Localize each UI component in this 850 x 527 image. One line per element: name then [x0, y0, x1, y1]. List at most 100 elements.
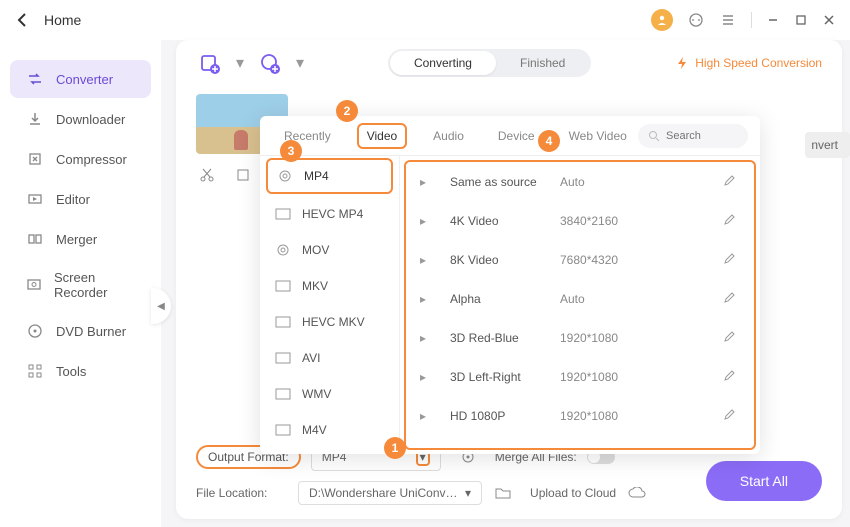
sidebar-item-label: Editor [56, 192, 90, 207]
preset-list: ▸Same as sourceAuto ▸4K Video3840*2160 ▸… [404, 160, 756, 450]
editor-icon [26, 190, 44, 208]
sidebar-item-label: Screen Recorder [54, 270, 135, 300]
format-item-wmv[interactable]: WMV [260, 376, 399, 412]
annotation-3: 3 [280, 140, 302, 162]
close-button[interactable] [822, 13, 836, 27]
preset-item[interactable]: ▸HD 1080P1920*1080 [406, 396, 754, 435]
sidebar-item-label: Tools [56, 364, 86, 379]
play-icon: ▸ [420, 331, 436, 345]
search-input[interactable] [666, 130, 736, 142]
titlebar: Home [0, 0, 850, 40]
support-icon[interactable] [687, 11, 705, 29]
merger-icon [26, 230, 44, 248]
search-icon [648, 130, 660, 142]
annotation-2: 2 [336, 100, 358, 122]
menu-icon[interactable] [719, 11, 737, 29]
format-item-mkv[interactable]: MKV [260, 268, 399, 304]
edit-preset-icon[interactable] [724, 447, 740, 450]
tab-device[interactable]: Device [490, 125, 543, 147]
edit-preset-icon[interactable] [724, 252, 740, 267]
target-icon [276, 169, 294, 183]
chevron-down-icon: ▾ [465, 486, 471, 500]
sidebar-item-label: DVD Burner [56, 324, 126, 339]
sidebar-item-tools[interactable]: Tools [10, 352, 151, 390]
preset-item[interactable]: ▸HD 720P1280*720 [406, 435, 754, 450]
sidebar-item-converter[interactable]: Converter [10, 60, 151, 98]
video-icon [274, 351, 292, 365]
edit-preset-icon[interactable] [724, 369, 740, 384]
play-icon: ▸ [420, 448, 436, 451]
preset-item[interactable]: ▸3D Left-Right1920*1080 [406, 357, 754, 396]
search-box [638, 124, 748, 148]
format-item-mov[interactable]: MOV [260, 232, 399, 268]
play-icon: ▸ [420, 214, 436, 228]
sidebar-item-screen-recorder[interactable]: Screen Recorder [10, 260, 151, 310]
preset-item[interactable]: ▸AlphaAuto [406, 279, 754, 318]
tab-audio[interactable]: Audio [425, 125, 472, 147]
add-file-button[interactable] [196, 49, 224, 77]
main-panel: ▾ ▾ Converting Finished High Speed Conve… [176, 40, 842, 519]
preset-item[interactable]: ▸Same as sourceAuto [406, 162, 754, 201]
sidebar-item-dvd-burner[interactable]: DVD Burner [10, 312, 151, 350]
edit-preset-icon[interactable] [724, 291, 740, 306]
sidebar-item-label: Converter [56, 72, 113, 87]
annotation-4: 4 [538, 130, 560, 152]
sidebar-item-label: Merger [56, 232, 97, 247]
target-icon [274, 243, 292, 257]
edit-preset-icon[interactable] [724, 330, 740, 345]
video-icon [274, 423, 292, 437]
chevron-down-icon[interactable]: ▾ [296, 53, 304, 73]
add-url-button[interactable] [256, 49, 284, 77]
sidebar-item-editor[interactable]: Editor [10, 180, 151, 218]
play-icon: ▸ [420, 370, 436, 384]
edit-preset-icon[interactable] [724, 174, 740, 189]
format-item-avi[interactable]: AVI [260, 340, 399, 376]
folder-icon[interactable] [492, 482, 514, 504]
edit-preset-icon[interactable] [724, 408, 740, 423]
format-item-mp4[interactable]: MP4 [266, 158, 393, 194]
sidebar-item-downloader[interactable]: Downloader [10, 100, 151, 138]
cloud-icon[interactable] [626, 482, 648, 504]
sidebar-collapse-handle[interactable]: ◀ [151, 288, 171, 324]
annotation-1: 1 [384, 437, 406, 459]
format-item-m4v[interactable]: M4V [260, 412, 399, 448]
compressor-icon [26, 150, 44, 168]
sidebar: Converter Downloader Compressor Editor M… [0, 40, 161, 527]
tab-web-video[interactable]: Web Video [561, 125, 635, 147]
home-label: Home [44, 12, 81, 28]
chevron-down-icon[interactable]: ▾ [236, 53, 244, 73]
preset-item[interactable]: ▸8K Video7680*4320 [406, 240, 754, 279]
trim-icon[interactable] [196, 164, 218, 186]
start-all-button[interactable]: Start All [706, 461, 822, 501]
sidebar-item-compressor[interactable]: Compressor [10, 140, 151, 178]
sidebar-item-label: Compressor [56, 152, 127, 167]
play-icon: ▸ [420, 253, 436, 267]
preset-item[interactable]: ▸3D Red-Blue1920*1080 [406, 318, 754, 357]
file-location-select[interactable]: D:\Wondershare UniConverter 1 ▾ [298, 481, 482, 505]
sidebar-item-label: Downloader [56, 112, 125, 127]
video-icon [274, 279, 292, 293]
format-item-hevc-mp4[interactable]: HEVC MP4 [260, 196, 399, 232]
status-tabs: Converting Finished [388, 49, 591, 77]
edit-preset-icon[interactable] [724, 213, 740, 228]
format-item-hevc-mkv[interactable]: HEVC MKV [260, 304, 399, 340]
format-panel-tabs: Recently Video Audio Device Web Video [260, 116, 760, 156]
back-button[interactable] [14, 12, 30, 28]
tab-video[interactable]: Video [357, 123, 407, 149]
crop-icon[interactable] [232, 164, 254, 186]
tools-icon [26, 362, 44, 380]
avatar[interactable] [651, 9, 673, 31]
upload-cloud-label: Upload to Cloud [530, 486, 616, 500]
tab-finished[interactable]: Finished [496, 51, 589, 75]
sidebar-item-merger[interactable]: Merger [10, 220, 151, 258]
minimize-button[interactable] [766, 13, 780, 27]
file-location-label: File Location: [196, 486, 288, 500]
play-icon: ▸ [420, 409, 436, 423]
preset-item[interactable]: ▸4K Video3840*2160 [406, 201, 754, 240]
maximize-button[interactable] [794, 13, 808, 27]
screen-recorder-icon [26, 276, 42, 294]
high-speed-conversion[interactable]: High Speed Conversion [675, 56, 822, 70]
convert-button[interactable]: nvert [805, 132, 850, 158]
dvd-burner-icon [26, 322, 44, 340]
tab-converting[interactable]: Converting [390, 51, 496, 75]
